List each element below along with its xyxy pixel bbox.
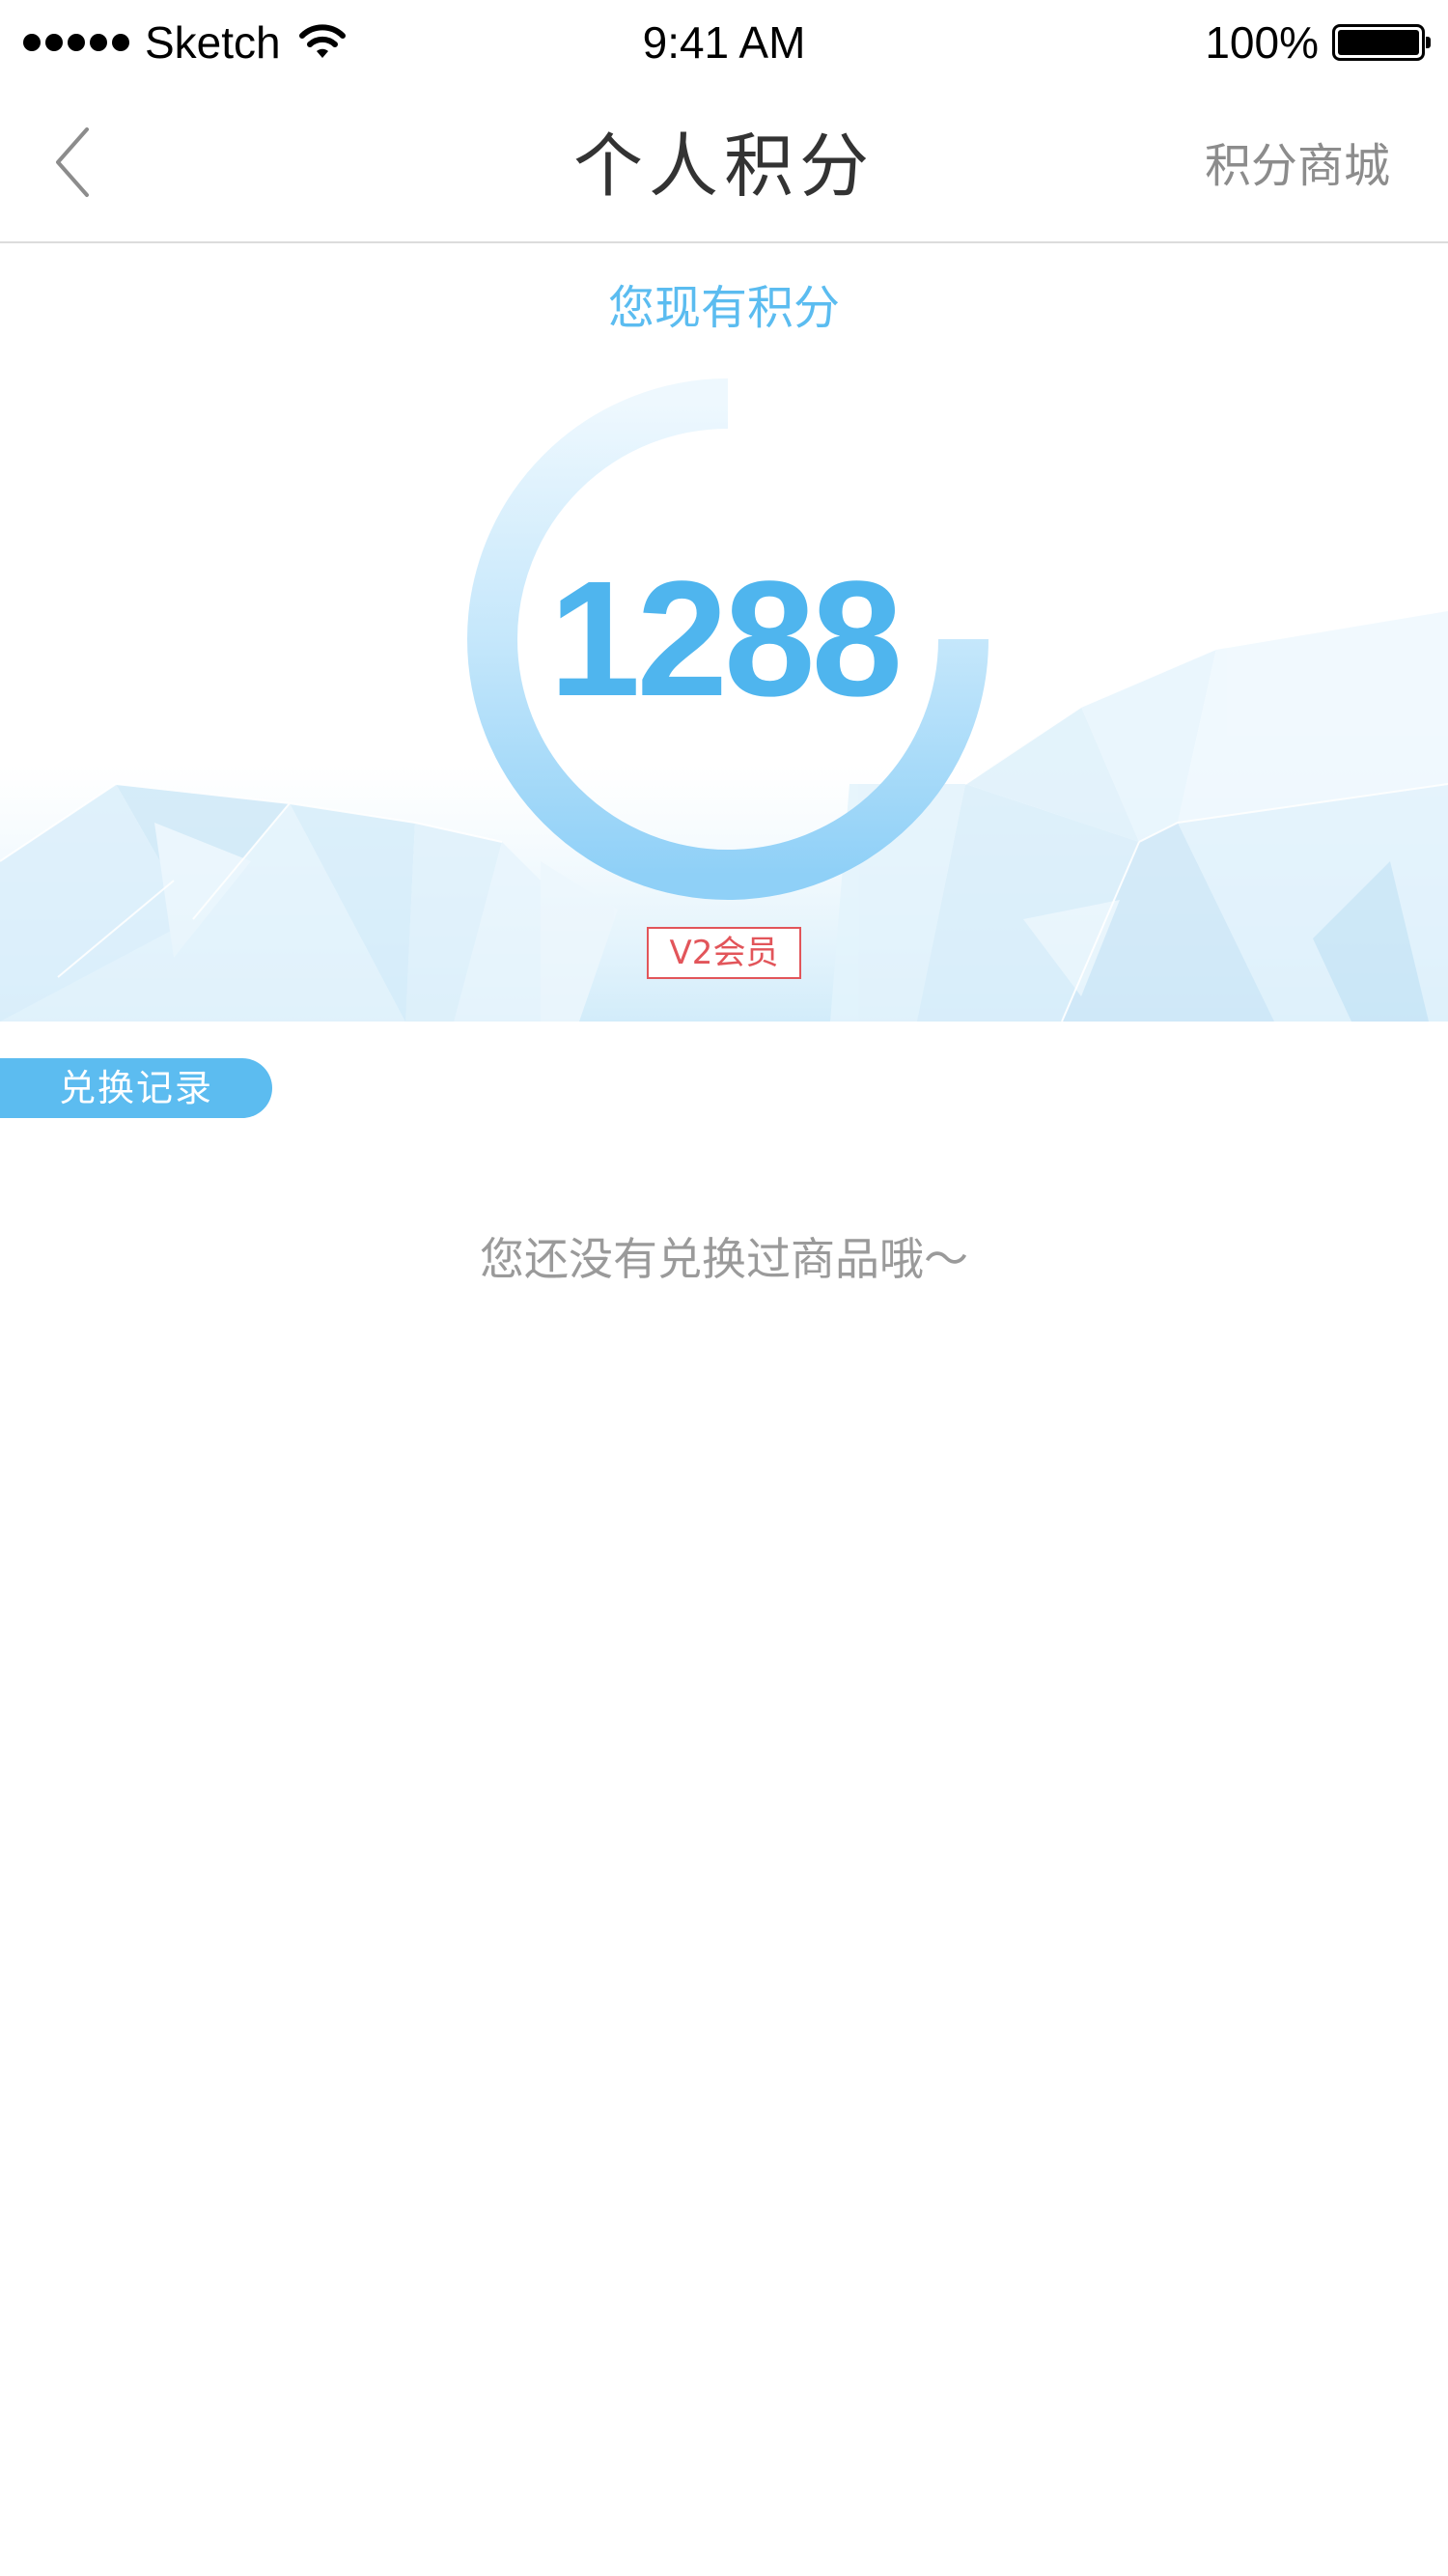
current-points-label: 您现有积分 (607, 281, 840, 335)
battery-icon (1332, 24, 1431, 61)
empty-state-message: 您还没有兑换过商品哦～ (480, 1233, 968, 1285)
battery-percentage: 100% (1205, 17, 1319, 68)
points-value: 1288 (548, 547, 903, 731)
points-mall-link[interactable]: 积分商城 (1205, 135, 1390, 197)
nav-bar: 个人积分 积分商城 (0, 85, 1448, 243)
status-bar: Sketch 9:41 AM 100% (0, 0, 1448, 85)
member-level-badge: V2会员 (647, 927, 801, 979)
points-hero: 您现有积分 1288 V2会员 (0, 243, 1448, 1022)
exchange-records-tab[interactable]: 兑换记录 (0, 1058, 272, 1118)
status-right: 100% (1205, 14, 1431, 71)
